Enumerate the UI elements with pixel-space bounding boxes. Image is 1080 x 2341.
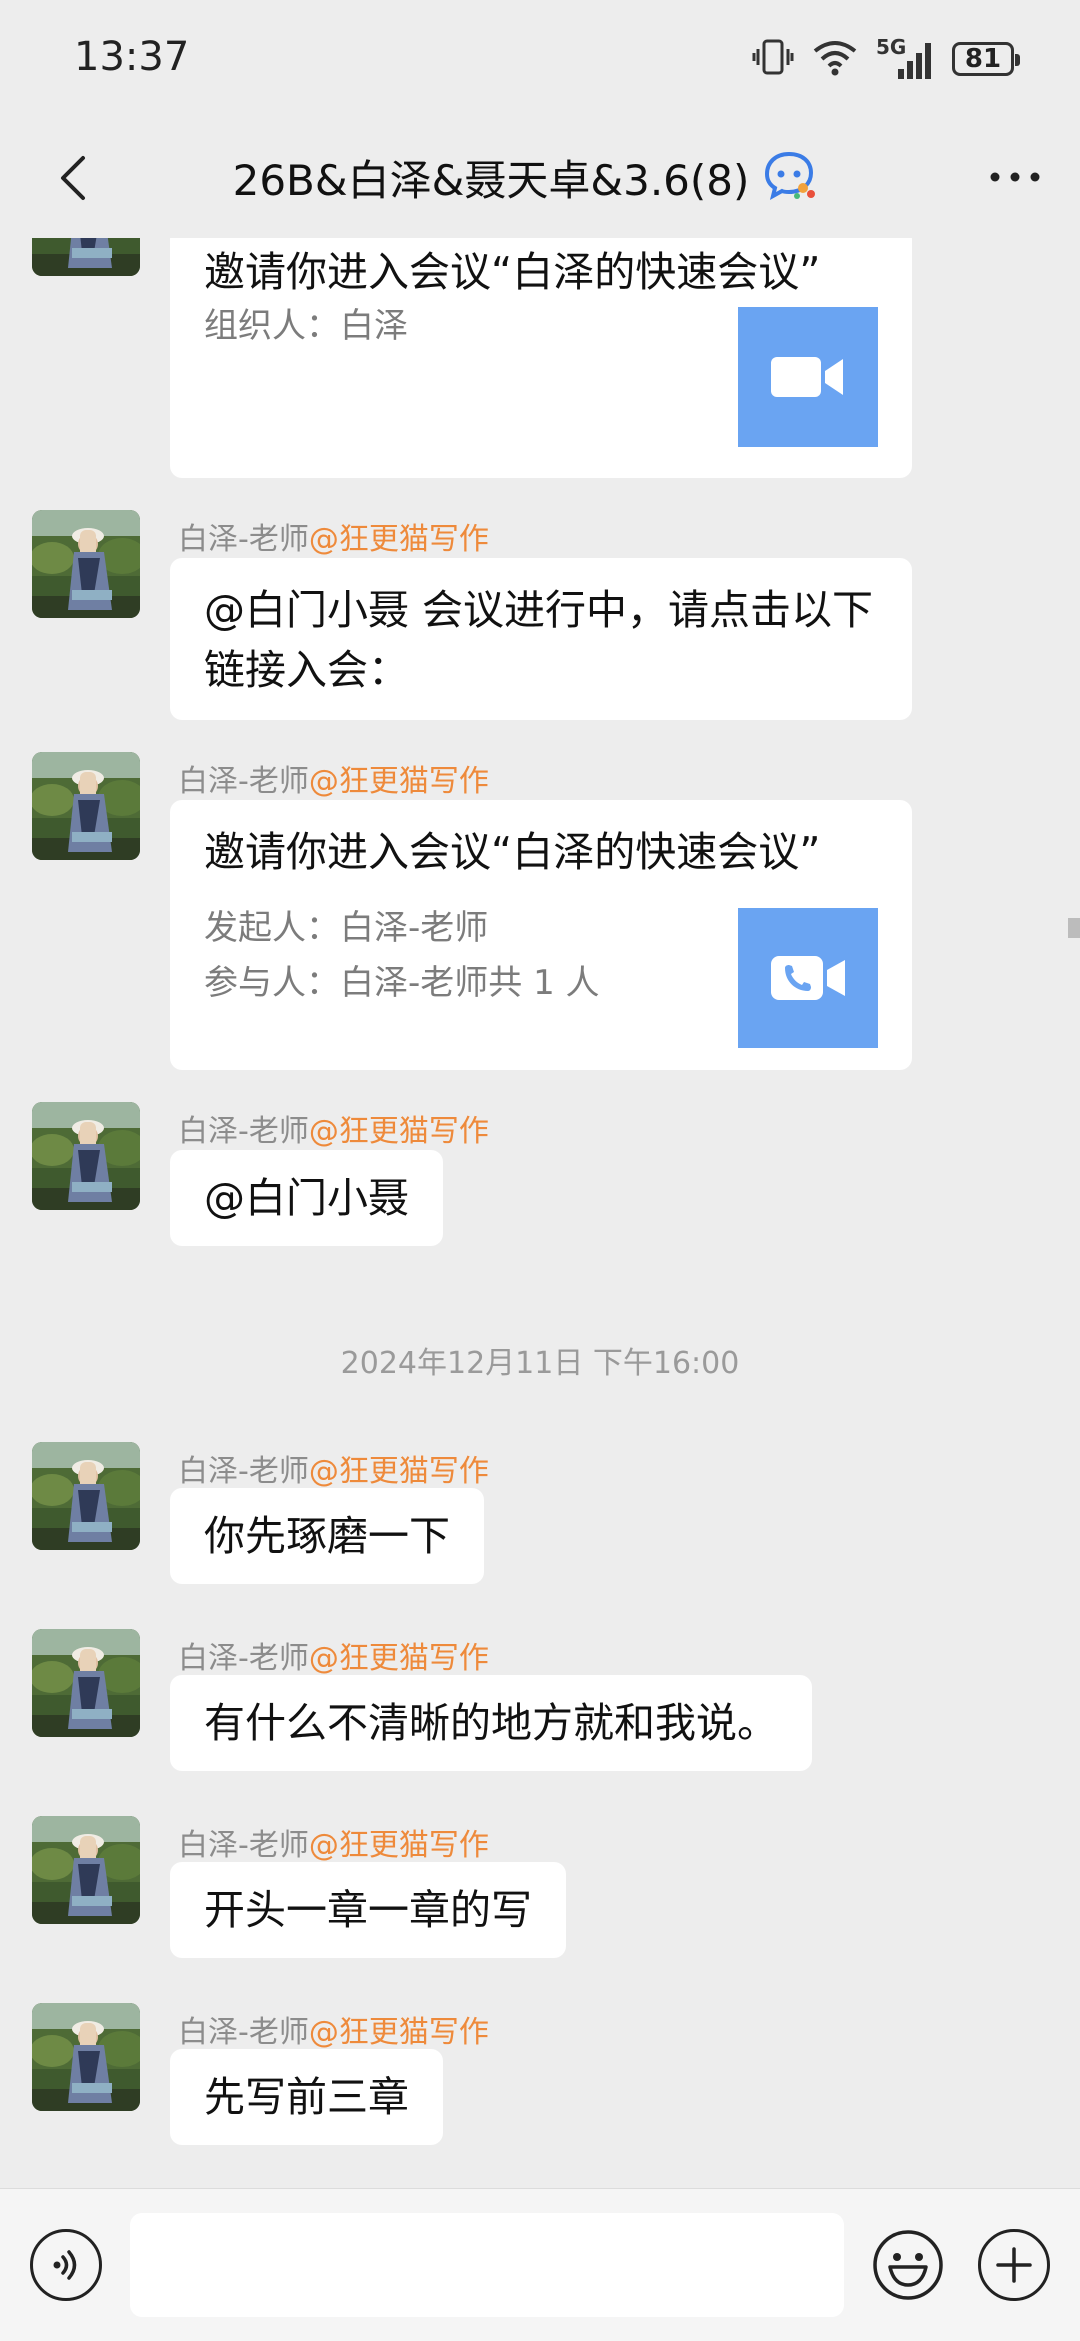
battery-icon: 81 — [952, 42, 1020, 76]
chat-title-area: 26B&白泽&聂天卓&3.6(8) — [120, 142, 930, 212]
message-bubble[interactable]: 开头一章一章的写 — [170, 1862, 566, 1958]
status-time: 13:37 — [74, 34, 190, 80]
back-icon — [61, 156, 85, 200]
vibrate-icon — [752, 37, 794, 81]
sender-tag: @狂更猫写作 — [308, 1641, 489, 1676]
more-icon — [990, 172, 1040, 182]
chat-badge-icon — [763, 150, 817, 204]
sender-tag: @狂更猫写作 — [308, 1114, 489, 1149]
message-bubble[interactable]: @白门小聂 会议进行中，请点击以下链接入会： — [170, 558, 912, 720]
meeting-card[interactable]: 邀请你进入会议“白泽的快速会议” 组织人：白泽 — [170, 238, 912, 478]
message-bubble[interactable]: 有什么不清晰的地方就和我说。 — [170, 1675, 812, 1771]
message-text: @白门小聂 会议进行中，请点击以下链接入会： — [204, 586, 874, 694]
meeting-card-host: 发起人：白泽-老师 — [204, 908, 489, 948]
meeting-card[interactable]: 邀请你进入会议“白泽的快速会议” 发起人：白泽-老师 参与人：白泽-老师共 1 … — [170, 800, 912, 1070]
sender-display-name: 白泽-老师 — [178, 522, 309, 557]
message-text: 开头一章一章的写 — [204, 1886, 532, 1934]
meeting-card-participants: 参与人：白泽-老师共 1 人 — [204, 963, 600, 1003]
wifi-icon — [812, 37, 858, 81]
sender-name: 白泽-老师@狂更猫写作 — [178, 514, 489, 558]
avatar[interactable] — [32, 2003, 140, 2111]
signal-icon: 5G — [876, 37, 934, 81]
meeting-card-title: 邀请你进入会议“白泽的快速会议” — [204, 828, 821, 876]
status-bar: 13:37 5G 81 — [0, 0, 1080, 118]
phone-call-icon — [738, 908, 878, 1048]
message-bubble[interactable]: @白门小聂 — [170, 1150, 443, 1246]
message-list[interactable]: 邀请你进入会议“白泽的快速会议” 组织人：白泽 白泽-老师@狂更猫写作 @白门小… — [0, 238, 1080, 2188]
sender-display-name: 白泽-老师 — [178, 1454, 309, 1489]
meeting-card-organizer: 组织人：白泽 — [204, 306, 408, 346]
voice-icon — [53, 2250, 77, 2280]
timestamp: 2024年12月11日 下午16:00 — [340, 1346, 740, 1381]
battery-level: 81 — [964, 44, 1002, 74]
sender-tag: @狂更猫写作 — [308, 522, 489, 557]
sender-name: 白泽-老师@狂更猫写作 — [178, 1820, 489, 1864]
sender-tag: @狂更猫写作 — [308, 764, 489, 799]
message-bubble[interactable]: 先写前三章 — [170, 2049, 443, 2145]
sender-display-name: 白泽-老师 — [178, 1114, 309, 1149]
input-bar — [0, 2188, 1080, 2341]
message-text: 有什么不清晰的地方就和我说。 — [204, 1699, 778, 1747]
sender-name: 白泽-老师@狂更猫写作 — [178, 1106, 489, 1150]
avatar[interactable] — [32, 1442, 140, 1550]
message-bubble[interactable]: 你先琢磨一下 — [170, 1488, 484, 1584]
sender-name: 白泽-老师@狂更猫写作 — [178, 1446, 489, 1490]
avatar[interactable] — [32, 1102, 140, 1210]
avatar[interactable] — [32, 510, 140, 618]
nav-bar: 26B&白泽&聂天卓&3.6(8) — [0, 118, 1080, 238]
message-text: 先写前三章 — [204, 2073, 409, 2121]
voice-button[interactable] — [30, 2229, 102, 2301]
avatar[interactable] — [32, 1816, 140, 1924]
sender-display-name: 白泽-老师 — [178, 1828, 309, 1863]
avatar[interactable] — [32, 1629, 140, 1737]
avatar[interactable] — [32, 752, 140, 860]
scrollbar[interactable] — [1068, 918, 1080, 938]
emoji-icon — [873, 2230, 943, 2300]
message-text: @白门小聂 — [204, 1174, 409, 1222]
sender-name: 白泽-老师@狂更猫写作 — [178, 756, 489, 800]
video-camera-icon — [738, 307, 878, 447]
back-button[interactable] — [38, 143, 108, 213]
emoji-button[interactable] — [872, 2229, 944, 2301]
avatar[interactable] — [32, 238, 140, 276]
message-text: 你先琢磨一下 — [204, 1512, 450, 1560]
sender-tag: @狂更猫写作 — [308, 1454, 489, 1489]
sender-display-name: 白泽-老师 — [178, 2015, 309, 2050]
sender-name: 白泽-老师@狂更猫写作 — [178, 1633, 489, 1677]
chat-title: 26B&白泽&聂天卓&3.6(8) — [232, 155, 750, 205]
sender-display-name: 白泽-老师 — [178, 764, 309, 799]
sender-tag: @狂更猫写作 — [308, 1828, 489, 1863]
more-button[interactable] — [980, 142, 1050, 212]
sender-name: 白泽-老师@狂更猫写作 — [178, 2007, 489, 2051]
sender-tag: @狂更猫写作 — [308, 2015, 489, 2050]
plus-button[interactable] — [978, 2229, 1050, 2301]
status-icons: 5G 81 — [752, 34, 1020, 84]
plus-icon — [996, 2247, 1032, 2283]
meeting-card-title: 邀请你进入会议“白泽的快速会议” — [204, 248, 821, 296]
message-input[interactable] — [130, 2213, 844, 2317]
sender-display-name: 白泽-老师 — [178, 1641, 309, 1676]
